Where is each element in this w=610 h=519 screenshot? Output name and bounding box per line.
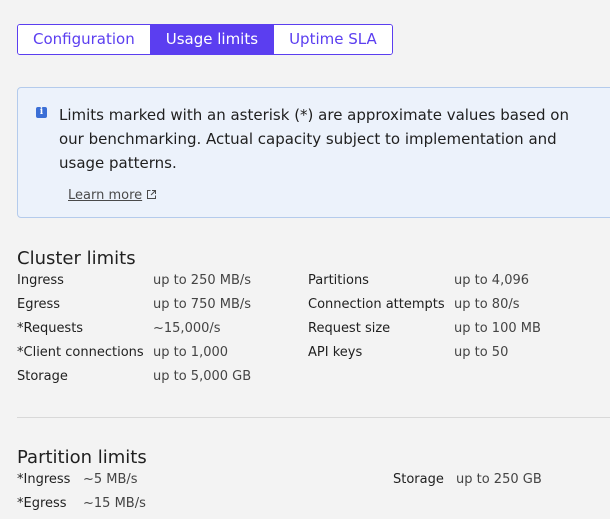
cluster-requests-value: ~15,000/s bbox=[153, 321, 221, 336]
tab-uptime-sla[interactable]: Uptime SLA bbox=[274, 25, 392, 54]
partition-ingress-value: ~5 MB/s bbox=[83, 472, 138, 487]
tab-configuration[interactable]: Configuration bbox=[18, 25, 151, 54]
section-divider bbox=[17, 417, 610, 418]
info-banner-text: Limits marked with an asterisk (*) are a… bbox=[59, 106, 569, 172]
external-link-icon bbox=[147, 190, 157, 199]
cluster-api-keys-value: up to 50 bbox=[454, 345, 509, 360]
cluster-egress-label: Egress bbox=[17, 297, 61, 312]
cluster-limits-title: Cluster limits bbox=[17, 248, 136, 269]
cluster-client-connections-value: up to 1,000 bbox=[153, 345, 229, 360]
cluster-egress-value: up to 750 MB/s bbox=[153, 297, 252, 312]
tab-usage-limits[interactable]: Usage limits bbox=[150, 25, 275, 54]
info-banner: i Limits marked with an asterisk (*) are… bbox=[17, 87, 610, 218]
partition-egress-value: ~15 MB/s bbox=[83, 496, 146, 511]
cluster-client-connections-label: *Client connections bbox=[17, 345, 144, 360]
partition-storage-label: Storage bbox=[393, 472, 444, 487]
cluster-connection-attempts-label: Connection attempts bbox=[308, 297, 445, 312]
cluster-storage-label: Storage bbox=[17, 369, 68, 384]
cluster-connection-attempts-value: up to 80/s bbox=[454, 297, 520, 312]
cluster-ingress-value: up to 250 MB/s bbox=[153, 273, 252, 288]
info-icon: i bbox=[36, 107, 47, 118]
partition-limits-title: Partition limits bbox=[17, 447, 147, 468]
partition-storage-value: up to 250 GB bbox=[456, 472, 542, 487]
cluster-ingress-label: Ingress bbox=[17, 273, 64, 288]
limits-tabs: Configuration Usage limits Uptime SLA bbox=[17, 24, 393, 55]
cluster-request-size-value: up to 100 MB bbox=[454, 321, 541, 336]
cluster-request-size-label: Request size bbox=[308, 321, 391, 336]
cluster-api-keys-label: API keys bbox=[308, 345, 363, 360]
cluster-storage-value: up to 5,000 GB bbox=[153, 369, 252, 384]
cluster-partitions-value: up to 4,096 bbox=[454, 273, 530, 288]
learn-more-label: Learn more bbox=[68, 188, 143, 203]
partition-egress-label: *Egress bbox=[17, 496, 67, 511]
partition-ingress-label: *Ingress bbox=[17, 472, 71, 487]
cluster-partitions-label: Partitions bbox=[308, 273, 369, 288]
learn-more-link[interactable]: Learn more bbox=[68, 188, 157, 203]
cluster-requests-label: *Requests bbox=[17, 321, 84, 336]
